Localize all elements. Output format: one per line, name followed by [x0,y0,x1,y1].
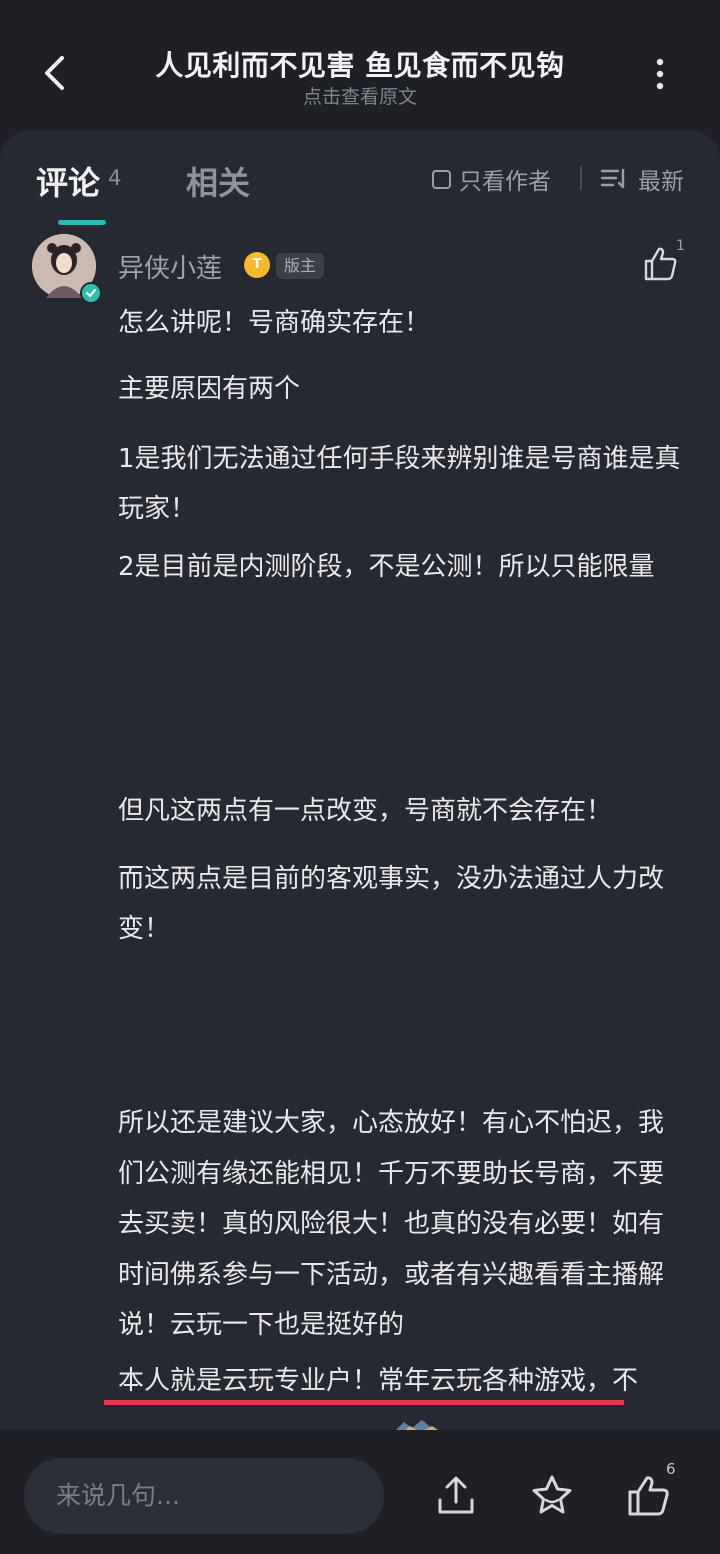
comment-author-name[interactable]: 异侠小莲 [118,248,222,285]
comment-line: 而这两点是目前的客观事实，没办法通过人力改变！ [118,864,665,944]
level-badge: T [244,252,270,278]
favorite-button[interactable] [528,1472,576,1520]
comment-line: 1是我们无法通过任何手段来辨别谁是号商谁是真玩家！ [118,444,681,524]
star-icon [532,1475,572,1514]
highlight-underline [104,1400,624,1405]
share-icon [438,1476,474,1514]
comment-line: 怎么讲呢！号商确实存在！ [118,308,431,338]
comment-line: 2是目前是内测阶段，不是公测！所以只能限量 [118,552,655,582]
comment-line: 主要原因有两个 [118,374,301,404]
filter-divider [580,166,582,190]
post-like-count: 6 [666,1460,676,1478]
post-like-button[interactable] [624,1472,672,1520]
more-vertical-icon [656,58,664,90]
author-only-toggle[interactable]: 只看作者 [432,164,551,195]
more-options-button[interactable] [644,56,676,92]
view-original-link[interactable]: 点击查看原文 [100,82,620,109]
active-tab-indicator [58,220,106,225]
comments-count: 4 [108,166,122,190]
comment-like-count: 1 [676,238,685,254]
sort-icon [600,168,625,189]
post-title[interactable]: 人见利而不见害 鱼见食而不见钩 [100,44,620,84]
author-only-label: 只看作者 [459,169,551,195]
comment-line: 所以还是建议大家，心态放好！有心不怕迟，我们公测有缘还能相见！千万不要助长号商，… [118,1108,665,1340]
back-button[interactable] [34,50,78,94]
top-bar: 人见利而不见害 鱼见食而不见钩 点击查看原文 [0,0,720,130]
comment-input[interactable]: 来说几句... [24,1458,384,1534]
share-button[interactable] [432,1472,480,1520]
author-only-checkbox[interactable] [432,169,451,189]
moderator-badge: 版主 [276,253,325,279]
tab-related[interactable]: 相关 [186,158,250,204]
comment-line: 本人就是云玩专业户！常年云玩各种游戏，不 [118,1366,639,1396]
thumbs-up-icon [628,1476,669,1516]
thumbs-up-icon [644,247,677,281]
tab-comments[interactable]: 评论 [36,158,100,204]
sort-button[interactable]: 最新 [600,164,684,195]
verified-icon [80,282,102,304]
sort-label: 最新 [638,169,684,195]
chevron-left-icon [45,56,64,90]
comment-line: 但凡这两点有一点改变，号商就不会存在！ [118,796,613,826]
comment-like-button[interactable] [640,244,680,284]
